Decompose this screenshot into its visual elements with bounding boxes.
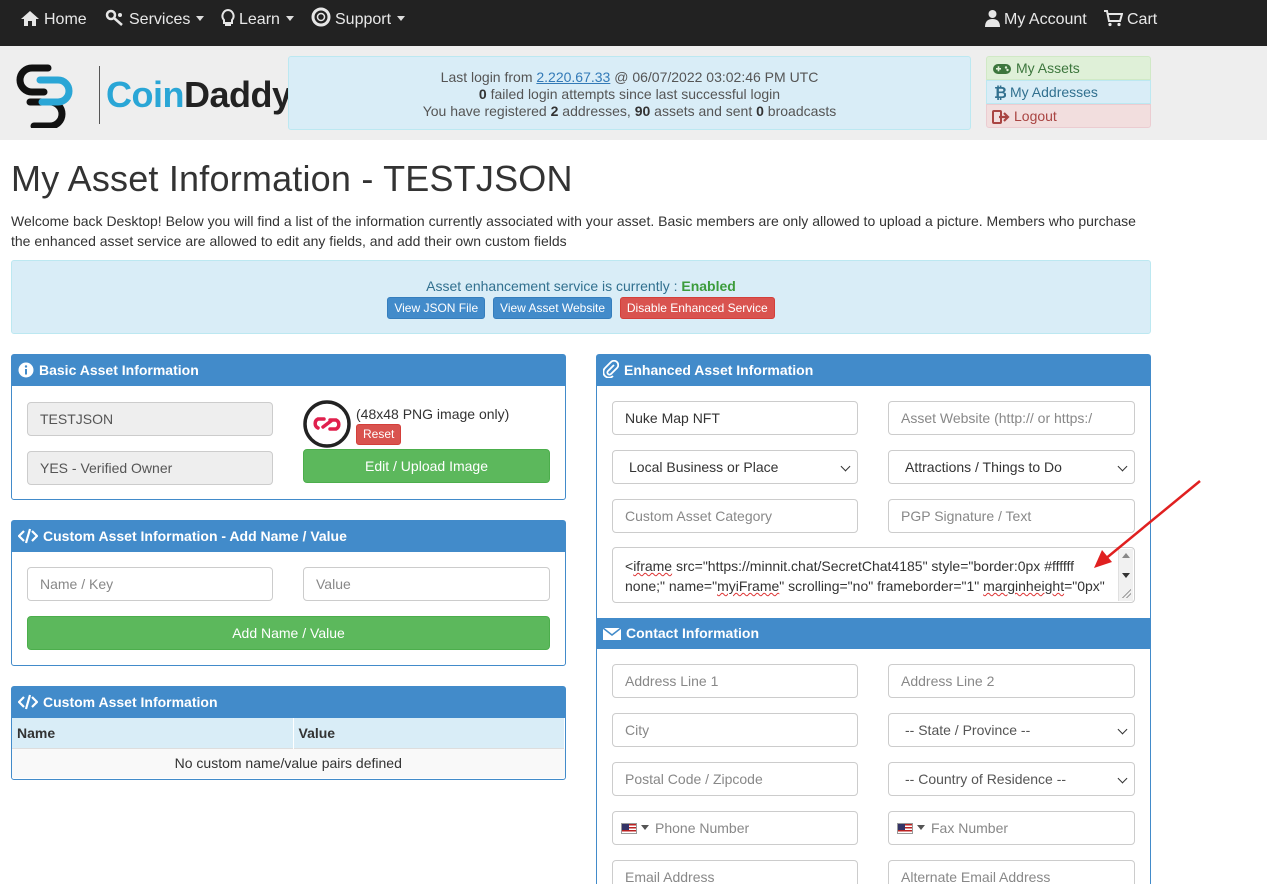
view-asset-website-button[interactable]: View Asset Website [493, 297, 612, 319]
nav-my-account[interactable]: My Account [985, 0, 1087, 40]
country-select[interactable]: -- Country of Residence -- [888, 762, 1135, 796]
coindaddy-logo[interactable]: CoinDaddy [16, 56, 292, 128]
enhancement-service-status: Asset enhancement service is currently :… [11, 260, 1151, 334]
svg-text:₿: ₿ [994, 84, 1006, 100]
email-input[interactable]: Email Address [612, 860, 858, 884]
add-name-value-button[interactable]: Add Name / Value [27, 616, 550, 650]
column-header-name: Name [12, 718, 294, 748]
nav-support[interactable]: Support [311, 0, 406, 40]
site-header: CoinDaddy Last login from 2.220.67.33 @ … [0, 46, 1267, 140]
my-assets-link[interactable]: My Assets [986, 56, 1151, 80]
alternate-email-input[interactable]: Alternate Email Address [888, 860, 1135, 884]
asset-display-name-input[interactable]: Nuke Map NFT [612, 401, 858, 435]
cart-icon [1104, 10, 1124, 27]
nav-services[interactable]: Services [105, 0, 205, 40]
postal-code-input[interactable]: Postal Code / Zipcode [612, 762, 858, 796]
view-json-button[interactable]: View JSON File [387, 297, 486, 319]
info-circle-icon [18, 362, 34, 378]
panel-heading: Custom Asset Information [12, 687, 565, 718]
panel-heading: Enhanced Asset Information [597, 355, 1150, 386]
code-icon [17, 528, 39, 544]
custom-info-table: Name Value No custom name/value pairs de… [12, 718, 565, 778]
phone-input[interactable]: Phone Number [612, 811, 858, 845]
custom-add-panel: Custom Asset Information - Add Name / Va… [11, 520, 566, 666]
chevron-down-icon [397, 16, 406, 21]
nav-home[interactable]: Home [20, 0, 87, 40]
bitcoin-icon: ₿ [994, 83, 1007, 102]
us-flag-icon[interactable] [621, 823, 637, 834]
nav-learn[interactable]: Learn [221, 0, 294, 40]
edit-upload-image-button[interactable]: Edit / Upload Image [303, 449, 550, 483]
asset-website-input[interactable]: Asset Website (http:// or https:/ [888, 401, 1135, 435]
disable-enhanced-service-button[interactable]: Disable Enhanced Service [619, 297, 775, 319]
home-icon [21, 11, 39, 26]
column-header-value: Value [293, 718, 565, 748]
custom-name-input[interactable]: Name / Key [27, 567, 273, 601]
panel-heading: Custom Asset Information - Add Name / Va… [12, 521, 565, 552]
status-badge: Enabled [681, 278, 736, 294]
login-ip-link[interactable]: 2.220.67.33 [536, 69, 610, 85]
coindaddy-logo-icon [16, 64, 73, 128]
chevron-down-icon [285, 16, 294, 21]
user-icon [985, 10, 1000, 27]
chevron-down-icon [641, 825, 649, 830]
paperclip-icon [602, 359, 620, 379]
reset-image-button[interactable]: Reset [356, 424, 402, 445]
address-line-1-input[interactable]: Address Line 1 [612, 664, 858, 698]
state-select[interactable]: -- State / Province -- [888, 713, 1135, 747]
description-textarea[interactable]: <iframe src="https://minnit.chat/SecretC… [612, 547, 1135, 603]
envelope-icon [602, 627, 622, 640]
enhanced-asset-panel: Enhanced Asset Information Nuke Map NFT … [596, 354, 1151, 884]
logout-link[interactable]: Logout [986, 104, 1151, 128]
my-addresses-link[interactable]: ₿ My Addresses [986, 80, 1151, 104]
resize-handle-icon[interactable] [1122, 589, 1131, 598]
lifebuoy-icon [311, 7, 331, 27]
logo-wordmark: CoinDaddy [106, 74, 292, 115]
account-menu: My Assets ₿ My Addresses Logout [986, 56, 1151, 128]
owner-status-field[interactable]: YES - Verified Owner [27, 451, 273, 485]
annotation-arrow-icon [1094, 480, 1201, 568]
image-format-note: (48x48 PNG image only) [356, 406, 510, 422]
logo-divider [99, 66, 100, 124]
category-select[interactable]: Local Business or Place [612, 450, 858, 484]
scroll-down-icon[interactable] [1122, 573, 1130, 578]
city-input[interactable]: City [612, 713, 858, 747]
custom-value-input[interactable]: Value [303, 567, 550, 601]
chevron-down-icon [917, 825, 925, 830]
page-title: My Asset Information - TESTJSON [11, 158, 573, 199]
fax-input[interactable]: Fax Number [888, 811, 1135, 845]
sign-out-icon [992, 110, 1010, 124]
chevron-down-icon [196, 16, 205, 21]
gamepad-icon [993, 64, 1011, 74]
key-icon [105, 9, 123, 26]
custom-info-panel: Custom Asset Information Name Value No c… [11, 686, 566, 780]
asset-name-field[interactable]: TESTJSON [27, 402, 273, 436]
basic-asset-panel: Basic Asset Information TESTJSON YES - V… [11, 354, 566, 500]
intro-text: Welcome back Desktop! Below you will fin… [11, 213, 1136, 249]
last-login-info: Last login from 2.220.67.33 @ 06/07/2022… [288, 56, 971, 130]
contact-panel-heading: Contact Information [597, 618, 1150, 649]
empty-table-message: No custom name/value pairs defined [12, 747, 565, 778]
top-navbar: Home Services Learn Support My Account C… [0, 0, 1267, 46]
address-line-2-input[interactable]: Address Line 2 [888, 664, 1135, 698]
asset-image [303, 400, 351, 448]
custom-category-input[interactable]: Custom Asset Category [612, 499, 858, 533]
us-flag-icon[interactable] [897, 823, 913, 834]
panel-heading: Basic Asset Information [12, 355, 565, 386]
lightbulb-icon [221, 8, 235, 26]
code-icon [17, 694, 39, 710]
nav-cart[interactable]: Cart [1103, 0, 1157, 40]
